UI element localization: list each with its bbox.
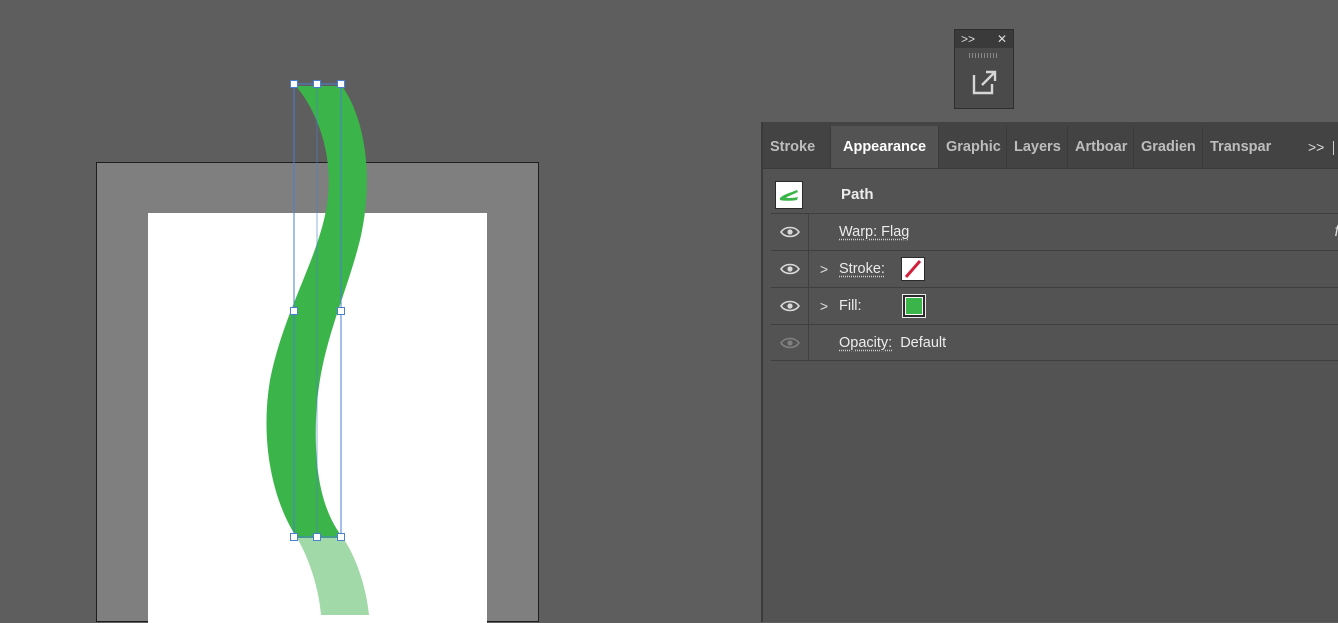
ghost-path-preview <box>297 538 369 615</box>
eye-icon <box>779 263 800 275</box>
appearance-row-path[interactable]: Path <box>771 176 1338 213</box>
expand-panels-icon[interactable]: >> <box>961 32 975 46</box>
path-thumbnail <box>775 180 803 209</box>
stroke-swatch[interactable] <box>900 257 925 281</box>
selected-wavy-path[interactable] <box>266 86 367 538</box>
appearance-row-opacity[interactable]: Opacity: Default <box>771 324 1338 361</box>
selection-handle[interactable] <box>337 80 345 88</box>
warp-effect-label[interactable]: Warp: Flag <box>839 224 909 240</box>
eye-icon <box>779 337 800 348</box>
selection-handle[interactable] <box>313 80 321 88</box>
tabs-overflow-icon[interactable]: >> <box>1308 126 1324 168</box>
appearance-target-title: Path <box>841 186 874 203</box>
export-icon[interactable] <box>970 67 1000 97</box>
appearance-list: Path Warp: Flag fx > Stroke: <box>771 176 1338 361</box>
stroke-label[interactable]: Stroke: <box>839 261 885 277</box>
visibility-toggle[interactable] <box>771 288 809 324</box>
collapsed-panel-header: >> ✕ <box>955 30 1013 48</box>
fill-swatch[interactable] <box>901 294 926 318</box>
tab-appearance[interactable]: Appearance <box>831 126 939 168</box>
selection-handle[interactable] <box>290 307 298 315</box>
none-swatch-icon <box>904 260 922 278</box>
eye-icon <box>779 226 800 238</box>
opacity-value: Default <box>900 334 947 351</box>
tab-layers[interactable]: Layers <box>1007 126 1068 168</box>
appearance-panel: Stroke Appearance Graphic Layers Artboar… <box>761 122 1338 622</box>
selection-handle[interactable] <box>337 307 345 315</box>
chevron-right-icon[interactable]: > <box>809 298 839 314</box>
selection-handle[interactable] <box>313 533 321 541</box>
opacity-label[interactable]: Opacity: <box>839 335 892 351</box>
visibility-toggle[interactable] <box>771 214 809 250</box>
visibility-toggle[interactable] <box>771 251 809 287</box>
fill-swatch-color <box>904 297 923 315</box>
eye-icon <box>779 300 800 312</box>
chevron-right-icon[interactable]: > <box>809 261 839 277</box>
selection-handle[interactable] <box>290 533 298 541</box>
panel-tabs: Stroke Appearance Graphic Layers Artboar… <box>763 126 1338 169</box>
appearance-row-stroke[interactable]: > Stroke: <box>771 250 1338 287</box>
appearance-row-fill[interactable]: > Fill: <box>771 287 1338 324</box>
tab-gradient[interactable]: Gradien <box>1134 126 1203 168</box>
path-thumbnail-icon <box>780 189 798 201</box>
tab-separator <box>1333 141 1334 155</box>
tab-graphic-styles[interactable]: Graphic <box>939 126 1007 168</box>
fx-icon[interactable]: fx <box>1335 223 1338 241</box>
appearance-row-warp[interactable]: Warp: Flag fx <box>771 213 1338 250</box>
tab-transparency[interactable]: Transpar <box>1203 126 1273 168</box>
tab-stroke[interactable]: Stroke <box>763 126 831 168</box>
collapsed-panel: >> ✕ <box>954 29 1014 109</box>
drag-grip[interactable] <box>969 53 999 58</box>
tab-artboards[interactable]: Artboar <box>1068 126 1134 168</box>
selection-handle[interactable] <box>290 80 298 88</box>
close-icon[interactable]: ✕ <box>997 32 1007 46</box>
fill-label: Fill: <box>839 298 862 314</box>
selection-handle[interactable] <box>337 533 345 541</box>
visibility-toggle[interactable] <box>771 325 809 360</box>
